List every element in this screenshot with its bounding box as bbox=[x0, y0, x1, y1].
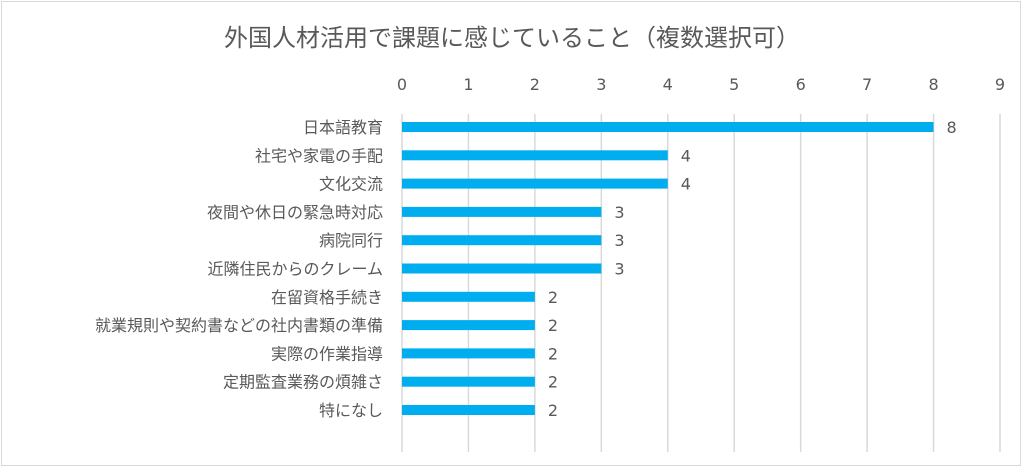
category-label: 病院同行 bbox=[319, 231, 383, 250]
data-label: 2 bbox=[548, 288, 558, 307]
category-label: 実際の作業指導 bbox=[271, 344, 383, 363]
category-label: 特になし bbox=[319, 401, 383, 420]
bar bbox=[402, 320, 535, 331]
x-tick-label: 9 bbox=[995, 75, 1005, 94]
x-axis-ticks: 0 1 2 3 4 5 6 7 8 9 bbox=[397, 75, 1005, 94]
data-labels: 8 4 4 3 3 3 2 2 2 2 2 bbox=[548, 118, 957, 420]
category-label: 就業規則や契約書などの社内書類の準備 bbox=[95, 316, 383, 335]
x-tick-label: 1 bbox=[463, 75, 473, 94]
x-tick-label: 8 bbox=[928, 75, 938, 94]
data-label: 3 bbox=[614, 231, 624, 250]
x-tick-label: 3 bbox=[596, 75, 606, 94]
gridlines bbox=[401, 114, 1001, 452]
data-label: 2 bbox=[548, 316, 558, 335]
category-label: 定期監査業務の煩雑さ bbox=[223, 373, 383, 392]
x-tick-label: 4 bbox=[663, 75, 673, 94]
x-tick-label: 5 bbox=[729, 75, 739, 94]
category-label: 日本語教育 bbox=[303, 118, 383, 137]
data-label: 3 bbox=[614, 203, 624, 222]
bar-chart: 0 1 2 3 4 5 6 7 8 9 日本語教育社宅や家電の手配文化交流夜間や休日の緊急時対応病… bbox=[95, 75, 1005, 452]
bar bbox=[402, 263, 602, 274]
data-label: 3 bbox=[614, 260, 624, 279]
category-label: 社宅や家電の手配 bbox=[255, 146, 383, 165]
data-label: 2 bbox=[548, 373, 558, 392]
x-tick-label: 7 bbox=[862, 75, 872, 94]
bar bbox=[402, 376, 535, 387]
data-label: 8 bbox=[947, 118, 957, 137]
bar bbox=[402, 235, 602, 246]
category-label: 在留資格手続き bbox=[271, 288, 383, 307]
bar bbox=[402, 348, 535, 359]
category-label: 近隣住民からのクレーム bbox=[207, 260, 383, 279]
bar bbox=[402, 178, 668, 189]
bar bbox=[402, 122, 934, 132]
data-label: 2 bbox=[548, 344, 558, 363]
bar bbox=[402, 291, 535, 302]
category-label: 夜間や休日の緊急時対応 bbox=[207, 203, 383, 222]
x-tick-label: 0 bbox=[397, 75, 407, 94]
data-label: 2 bbox=[548, 401, 558, 420]
bar bbox=[402, 405, 535, 415]
category-labels: 日本語教育社宅や家電の手配文化交流夜間や休日の緊急時対応病院同行近隣住民からのク… bbox=[95, 118, 383, 420]
x-tick-label: 6 bbox=[796, 75, 806, 94]
category-label: 文化交流 bbox=[319, 175, 383, 194]
data-label: 4 bbox=[681, 146, 691, 165]
bar bbox=[402, 206, 602, 217]
data-label: 4 bbox=[681, 175, 691, 194]
x-tick-label: 2 bbox=[530, 75, 540, 94]
bar bbox=[402, 150, 668, 161]
